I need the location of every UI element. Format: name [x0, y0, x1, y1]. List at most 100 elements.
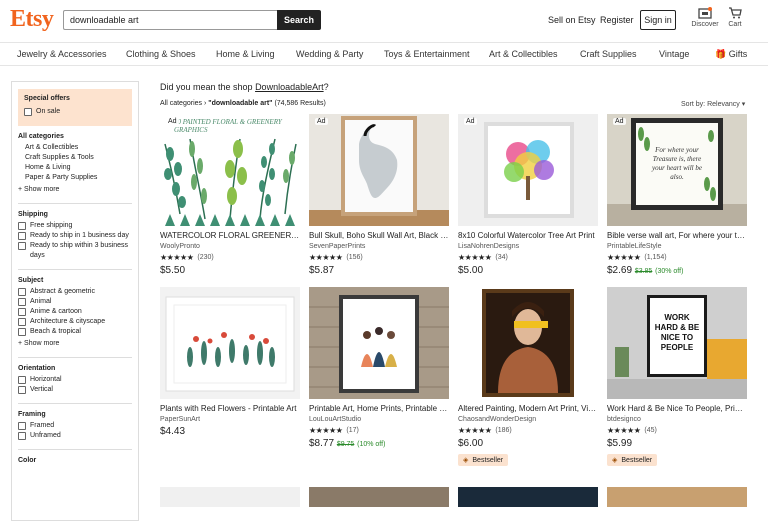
checkbox[interactable]	[18, 298, 26, 306]
listing-card[interactable]: For where your Treasure is, there your h…	[607, 114, 747, 276]
listing-image[interactable]: For where your Treasure is, there your h…	[607, 114, 747, 226]
ad-badge: Ad	[464, 118, 477, 125]
listing-image[interactable]	[309, 287, 449, 399]
listing-card-partial[interactable]	[160, 487, 300, 507]
search-input[interactable]	[63, 10, 277, 30]
listing-image[interactable]	[160, 287, 300, 399]
search-button[interactable]: Search	[277, 10, 321, 30]
checkbox[interactable]	[18, 242, 26, 250]
etsy-logo[interactable]: Etsy	[10, 6, 54, 33]
shop-name[interactable]: WoolyPronto	[160, 243, 300, 250]
breadcrumb-root[interactable]: All categories	[160, 100, 202, 107]
listing-title[interactable]: Bull Skull, Boho Skull Wall Art, Black a…	[309, 231, 449, 240]
rating: ★★★★★ (156)	[309, 253, 449, 262]
discover-button[interactable]: Discover	[690, 7, 720, 28]
checkbox[interactable]	[18, 376, 26, 384]
listing-image[interactable]	[458, 287, 598, 399]
category-link[interactable]: Clothing & Shoes	[126, 49, 196, 59]
listing-image[interactable]: 30 PAINTED FLORAL & GREENERY GRAPHICS Ad	[160, 114, 300, 226]
listing-card[interactable]: Plants with Red Flowers - Printable Art …	[160, 287, 300, 437]
option-label: Vertical	[30, 386, 53, 393]
subject-option[interactable]: Animal	[18, 297, 132, 307]
shipping-option[interactable]: Ready to ship in 1 business day	[18, 231, 132, 241]
category-link[interactable]: Craft Supplies	[580, 49, 637, 59]
listing-card-partial[interactable]	[458, 487, 598, 507]
category-link[interactable]: Wedding & Party	[296, 49, 363, 59]
review-count: (156)	[346, 254, 363, 261]
checkbox[interactable]	[18, 328, 26, 336]
register-link[interactable]: Register	[600, 15, 634, 25]
cart-button[interactable]: Cart	[724, 7, 746, 28]
category-link[interactable]: Toys & Entertainment	[384, 49, 470, 59]
listing-card[interactable]: Printable Art, Home Prints, Printable Wa…	[309, 287, 449, 449]
checkbox[interactable]	[18, 386, 26, 394]
listing-image[interactable]: Ad	[309, 114, 449, 226]
tree-art-illustration	[458, 114, 598, 226]
subject-option[interactable]: Beach & tropical	[18, 327, 132, 337]
shop-name[interactable]: PrintableLifeStyle	[607, 243, 747, 250]
on-sale-label: On sale	[36, 108, 61, 115]
checkbox[interactable]	[24, 108, 32, 116]
listing-title[interactable]: WATERCOLOR FLORAL GREENERY clipart	[160, 231, 300, 240]
checkbox[interactable]	[18, 232, 26, 240]
sort-label: Sort by: Relevancy	[681, 101, 740, 108]
category-filter-link[interactable]: Art & Collectibles	[18, 143, 132, 153]
listing-card-partial[interactable]	[309, 487, 449, 507]
subject-option[interactable]: Architecture & cityscape	[18, 317, 132, 327]
category-link[interactable]: Home & Living	[216, 49, 275, 59]
shop-name[interactable]: LouLouArtStudio	[309, 416, 449, 423]
listing-image[interactable]: Ad	[458, 114, 598, 226]
price: $5.99	[607, 438, 633, 449]
category-filter-link[interactable]: Paper & Party Supplies	[18, 173, 132, 183]
listing-card[interactable]: Altered Painting, Modern Art Print, Vint…	[458, 287, 598, 467]
listing-card[interactable]: WORK HARD & BE NICE TO PEOPLE Work Hard …	[607, 287, 747, 467]
checkbox[interactable]	[18, 318, 26, 326]
category-link[interactable]: Art & Collectibles	[489, 49, 558, 59]
framing-option[interactable]: Framed	[18, 421, 132, 431]
listing-title[interactable]: Printable Art, Home Prints, Printable Wa…	[309, 404, 449, 413]
listing-title[interactable]: Altered Painting, Modern Art Print, Vint…	[458, 404, 598, 413]
shop-suggestion-link[interactable]: DownloadableArt	[255, 82, 324, 92]
shop-name[interactable]: SevenPaperPrints	[309, 243, 449, 250]
shop-name[interactable]: PaperSunArt	[160, 416, 300, 423]
sign-in-button[interactable]: Sign in	[640, 10, 676, 30]
discount: (30% off)	[655, 268, 684, 275]
altered-painting-illustration	[482, 289, 574, 397]
checkbox[interactable]	[18, 288, 26, 296]
shop-name[interactable]: btdesignco	[607, 416, 747, 423]
category-filter-link[interactable]: Craft Supplies & Tools	[18, 153, 132, 163]
listing-card-partial[interactable]	[607, 487, 747, 507]
category-link[interactable]: Vintage	[659, 49, 689, 59]
checkbox[interactable]	[18, 308, 26, 316]
framing-option[interactable]: Unframed	[18, 431, 132, 441]
listing-title[interactable]: Work Hard & Be Nice To People, Printable	[607, 404, 747, 413]
color-section: Color	[18, 450, 132, 464]
discount: (10% off)	[357, 441, 386, 448]
shipping-option[interactable]: Free shipping	[18, 221, 132, 231]
category-link-gifts[interactable]: 🎁 Gifts	[715, 49, 747, 60]
show-more-link[interactable]: + Show more	[18, 339, 132, 349]
listing-card[interactable]: Ad Bull Skull, Boho Skull Wall Art, Blac…	[309, 114, 449, 276]
shop-name[interactable]: LisaNohrenDesigns	[458, 243, 598, 250]
category-filter-link[interactable]: Home & Living	[18, 163, 132, 173]
orientation-option[interactable]: Vertical	[18, 385, 132, 395]
listing-card[interactable]: Ad 8x10 Colorful Watercolor Tree Art Pri…	[458, 114, 598, 276]
sell-on-etsy-link[interactable]: Sell on Etsy	[548, 15, 596, 25]
checkbox[interactable]	[18, 432, 26, 440]
orientation-option[interactable]: Horizontal	[18, 375, 132, 385]
checkbox[interactable]	[18, 422, 26, 430]
sort-dropdown[interactable]: Sort by: Relevancy ▾	[681, 100, 745, 108]
listing-title[interactable]: Plants with Red Flowers - Printable Art	[160, 404, 300, 413]
listing-title[interactable]: Bible verse wall art, For where your tre…	[607, 231, 747, 240]
category-link[interactable]: Jewelry & Accessories	[17, 49, 107, 59]
shop-name[interactable]: ChaosandWonderDesign	[458, 416, 598, 423]
show-more-link[interactable]: + Show more	[18, 185, 132, 195]
on-sale-checkbox[interactable]: On sale	[24, 107, 126, 117]
listing-card[interactable]: 30 PAINTED FLORAL & GREENERY GRAPHICS Ad	[160, 114, 300, 276]
subject-option[interactable]: Anime & cartoon	[18, 307, 132, 317]
listing-image[interactable]: WORK HARD & BE NICE TO PEOPLE	[607, 287, 747, 399]
listing-title[interactable]: 8x10 Colorful Watercolor Tree Art Print	[458, 231, 598, 240]
checkbox[interactable]	[18, 222, 26, 230]
subject-option[interactable]: Abstract & geometric	[18, 287, 132, 297]
shipping-option[interactable]: Ready to ship within 3 business days	[18, 241, 132, 261]
